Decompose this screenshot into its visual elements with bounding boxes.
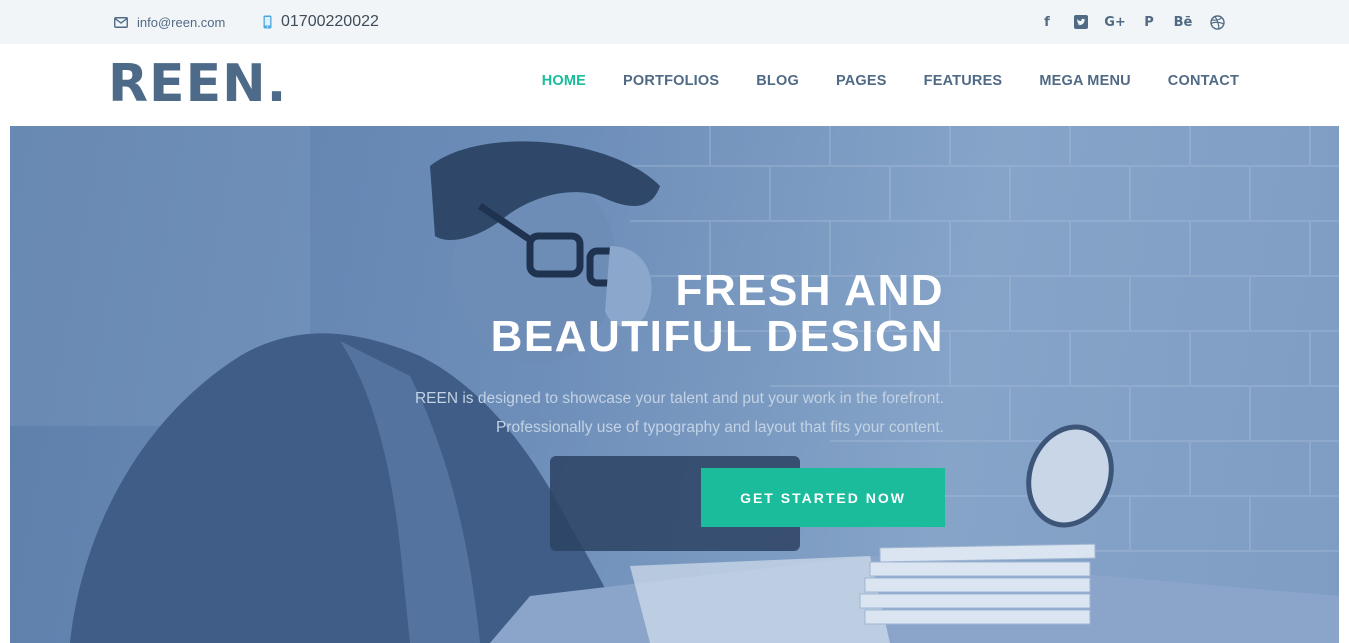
site-logo[interactable]: REEN. <box>108 54 287 114</box>
hero-text-line-2: Professionally use of typography and lay… <box>495 419 944 436</box>
mobile-phone-icon <box>263 15 272 29</box>
nav-blog[interactable]: BLOG <box>756 73 799 89</box>
get-started-button[interactable]: GET STARTED NOW <box>701 468 945 527</box>
site-header: REEN. HOME PORTFOLIOS BLOG PAGES FEATURE… <box>0 44 1349 126</box>
hero-description: REEN is designed to showcase your talent… <box>415 384 944 442</box>
facebook-icon[interactable]: f <box>1030 0 1064 44</box>
pinterest-icon[interactable]: P <box>1132 0 1166 44</box>
envelope-icon <box>114 16 128 28</box>
google-plus-icon[interactable]: G+ <box>1098 0 1132 44</box>
hero-title-line-2: BEAUTIFUL DESIGN <box>490 312 944 361</box>
nav-home[interactable]: HOME <box>542 73 586 89</box>
phone-text: 01700220022 <box>281 13 379 30</box>
twitter-icon[interactable] <box>1064 0 1098 44</box>
hero-text-line-1: REEN is designed to showcase your talent… <box>414 390 944 407</box>
hero-title: FRESH AND BEAUTIFUL DESIGN <box>491 268 944 360</box>
hero-title-line-1: FRESH AND <box>675 266 944 315</box>
email-text: info@reen.com <box>137 14 226 30</box>
nav-portfolios[interactable]: PORTFOLIOS <box>623 73 719 89</box>
top-bar: info@reen.com 01700220022 f G+ P Bē <box>0 0 1349 44</box>
nav-contact[interactable]: CONTACT <box>1168 73 1239 89</box>
main-nav: HOME PORTFOLIOS BLOG PAGES FEATURES MEGA… <box>505 44 1239 118</box>
email-contact[interactable]: info@reen.com <box>114 0 225 44</box>
behance-icon[interactable]: Bē <box>1166 0 1200 44</box>
social-links: f G+ P Bē <box>1030 0 1234 44</box>
dribbble-icon[interactable] <box>1200 0 1234 44</box>
nav-features[interactable]: FEATURES <box>924 73 1003 89</box>
nav-mega-menu[interactable]: MEGA MENU <box>1039 73 1130 89</box>
nav-pages[interactable]: PAGES <box>836 73 887 89</box>
phone-contact[interactable]: 01700220022 <box>263 0 379 44</box>
hero-section: FRESH AND BEAUTIFUL DESIGN REEN is desig… <box>10 126 1339 643</box>
